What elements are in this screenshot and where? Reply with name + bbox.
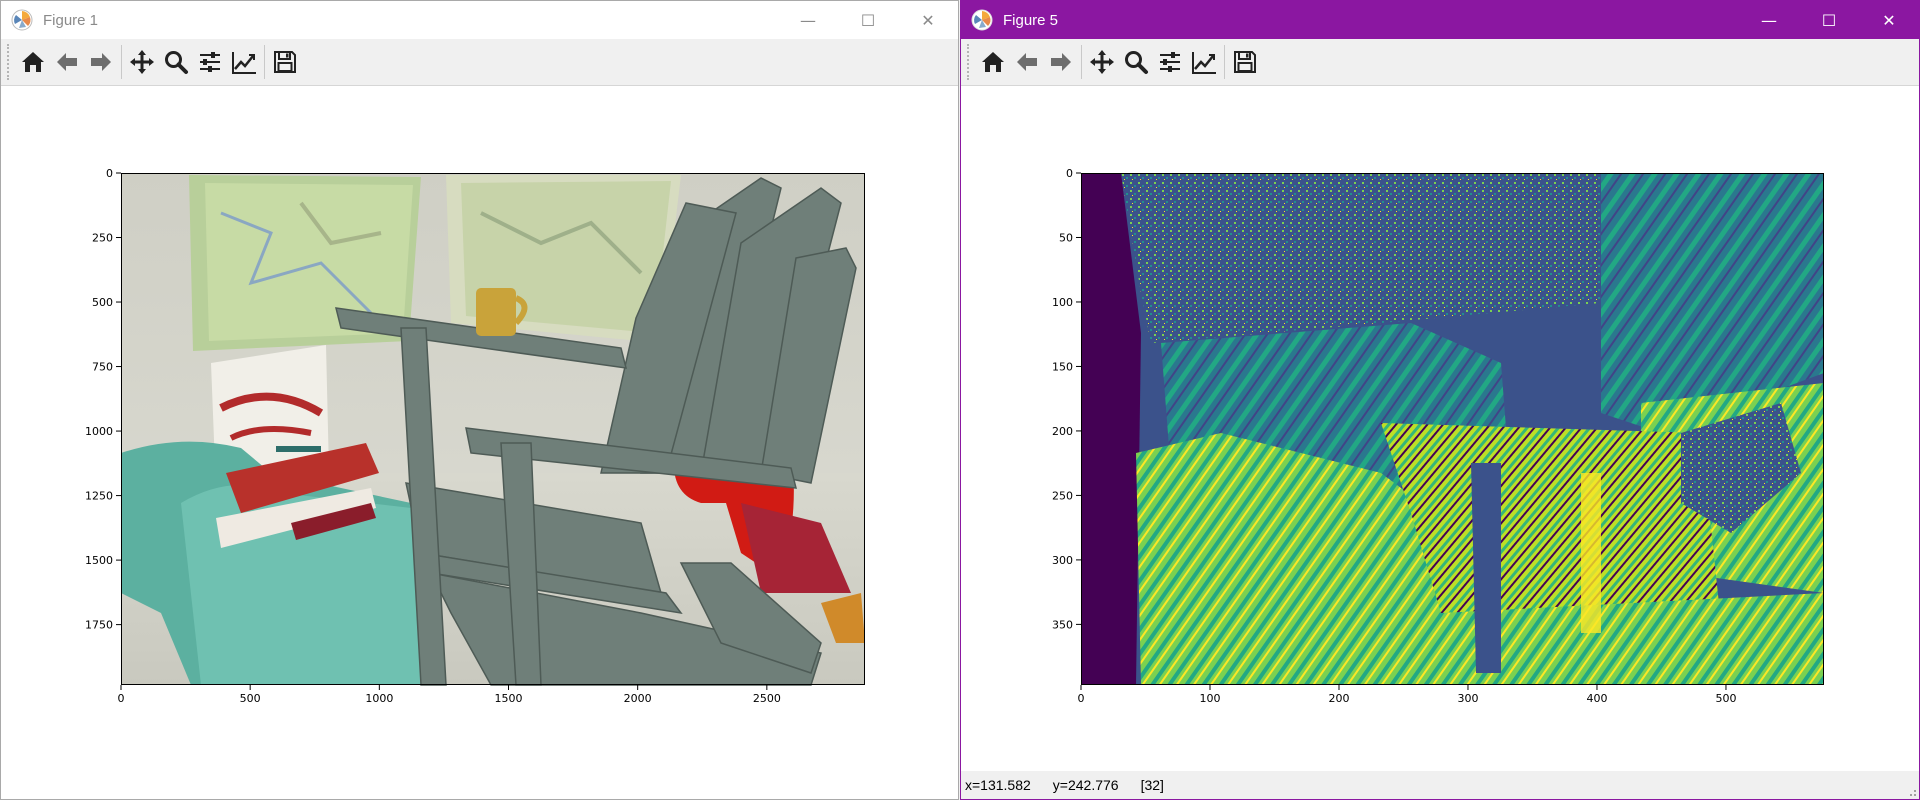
viridis-heatmap-plot: 0 100 200 300 400 500 0 50 100 150 200 250 300 350 (1052, 167, 1824, 705)
forward-icon (91, 53, 111, 71)
toolbar-separator (1081, 45, 1082, 79)
y-tick-label: 1750 (85, 619, 113, 632)
matplotlib-app-icon (11, 9, 33, 31)
edit-axes-button[interactable] (227, 44, 261, 80)
toolbar-grip[interactable] (967, 44, 972, 80)
y-tick-label: 300 (1052, 554, 1073, 567)
maximize-button[interactable]: ☐ (838, 1, 898, 39)
toolbar-separator (121, 45, 122, 79)
x-tick-label: 300 (1457, 692, 1478, 705)
y-tick-label: 200 (1052, 425, 1073, 438)
figure-canvas[interactable]: 0 500 1000 1500 2000 2500 0 250 500 750 1000 1250 15… (1, 87, 958, 773)
pixel-value-readout: [32] (1140, 777, 1164, 793)
window-title: Figure 1 (43, 11, 99, 29)
back-icon (1017, 53, 1037, 71)
forward-button[interactable] (1044, 44, 1078, 80)
toolbar-grip[interactable] (7, 44, 12, 80)
configure-subplots-button[interactable] (193, 44, 227, 80)
save-icon (1234, 51, 1256, 73)
maximize-button[interactable]: ☐ (1799, 1, 1859, 39)
configure-subplots-button[interactable] (1153, 44, 1187, 80)
y-tick-label: 150 (1052, 360, 1073, 373)
forward-button[interactable] (84, 44, 118, 80)
close-button[interactable]: ✕ (1859, 1, 1919, 39)
y-tick-label: 50 (1059, 231, 1073, 244)
navigation-toolbar (1, 39, 958, 86)
zoom-icon (1125, 51, 1148, 74)
window-title: Figure 5 (1003, 11, 1059, 29)
x-tick-label: 2000 (624, 692, 652, 705)
back-button[interactable] (50, 44, 84, 80)
disparity-axes[interactable]: 0 100 200 300 400 500 0 50 100 150 200 250 300 350 (1052, 167, 1824, 705)
toolbar-separator (264, 45, 265, 79)
y-tick-label: 0 (1066, 167, 1073, 180)
pan-button[interactable] (1085, 44, 1119, 80)
toolbar-separator (1224, 45, 1225, 79)
y-tick-label: 750 (92, 361, 113, 374)
zoom-button[interactable] (159, 44, 193, 80)
x-tick-label: 1000 (365, 692, 393, 705)
photo-image-plot: 0 500 1000 1500 2000 2500 0 250 500 750 1000 1250 15… (85, 167, 865, 705)
x-tick-label: 0 (1078, 692, 1085, 705)
zoom-icon (165, 51, 188, 74)
edit-axes-icon (232, 52, 256, 74)
back-icon (57, 53, 77, 71)
status-bar: x=131.582 y=242.776 [32] (961, 771, 1919, 799)
configure-subplots-icon (1160, 52, 1180, 72)
y-tick-label: 0 (106, 167, 113, 180)
pan-icon (1090, 50, 1114, 74)
configure-subplots-icon (200, 52, 220, 72)
cursor-y-readout: y=242.776 (1052, 777, 1119, 793)
y-tick-label: 500 (92, 296, 113, 309)
x-tick-label: 500 (1715, 692, 1736, 705)
minimize-button[interactable]: — (778, 1, 838, 39)
title-bar[interactable]: Figure 1 — ☐ ✕ (1, 1, 958, 39)
image-axes[interactable]: 0 500 1000 1500 2000 2500 0 250 500 750 1000 1250 15… (85, 167, 865, 705)
x-tick-label: 0 (118, 692, 125, 705)
navigation-toolbar (961, 39, 1919, 86)
x-tick-label: 2500 (753, 692, 781, 705)
y-tick-label: 250 (92, 232, 113, 245)
y-tick-label: 100 (1052, 296, 1073, 309)
figure-5-window: Figure 5 — ☐ ✕ 0 100 200 300 400 500 0 5… (960, 0, 1920, 800)
cursor-x-readout: x=131.582 (965, 777, 1031, 793)
forward-icon (1051, 53, 1071, 71)
matplotlib-app-icon (971, 9, 993, 31)
zoom-button[interactable] (1119, 44, 1153, 80)
home-icon (22, 52, 44, 72)
minimize-button[interactable]: — (1739, 1, 1799, 39)
figure-canvas[interactable]: 0 100 200 300 400 500 0 50 100 150 200 250 300 350 (961, 87, 1919, 773)
x-tick-label: 100 (1199, 692, 1220, 705)
home-icon (982, 52, 1004, 72)
resize-grip-icon[interactable] (1905, 785, 1917, 797)
pan-button[interactable] (125, 44, 159, 80)
y-tick-label: 1500 (85, 554, 113, 567)
edit-axes-icon (1192, 52, 1216, 74)
x-tick-label: 1500 (495, 692, 523, 705)
x-tick-label: 200 (1328, 692, 1349, 705)
y-tick-label: 250 (1052, 489, 1073, 502)
figure-1-window: Figure 1 — ☐ ✕ 0 500 1000 1500 2000 2500… (0, 0, 959, 800)
x-tick-label: 400 (1586, 692, 1607, 705)
edit-axes-button[interactable] (1187, 44, 1221, 80)
back-button[interactable] (1010, 44, 1044, 80)
y-tick-label: 350 (1052, 618, 1073, 631)
close-button[interactable]: ✕ (898, 1, 958, 39)
save-button[interactable] (1228, 44, 1262, 80)
home-button[interactable] (976, 44, 1010, 80)
save-icon (274, 51, 296, 73)
y-tick-label: 1250 (85, 490, 113, 503)
pan-icon (130, 50, 154, 74)
title-bar[interactable]: Figure 5 — ☐ ✕ (961, 1, 1919, 39)
home-button[interactable] (16, 44, 50, 80)
y-tick-label: 1000 (85, 425, 113, 438)
x-tick-label: 500 (240, 692, 261, 705)
save-button[interactable] (268, 44, 302, 80)
